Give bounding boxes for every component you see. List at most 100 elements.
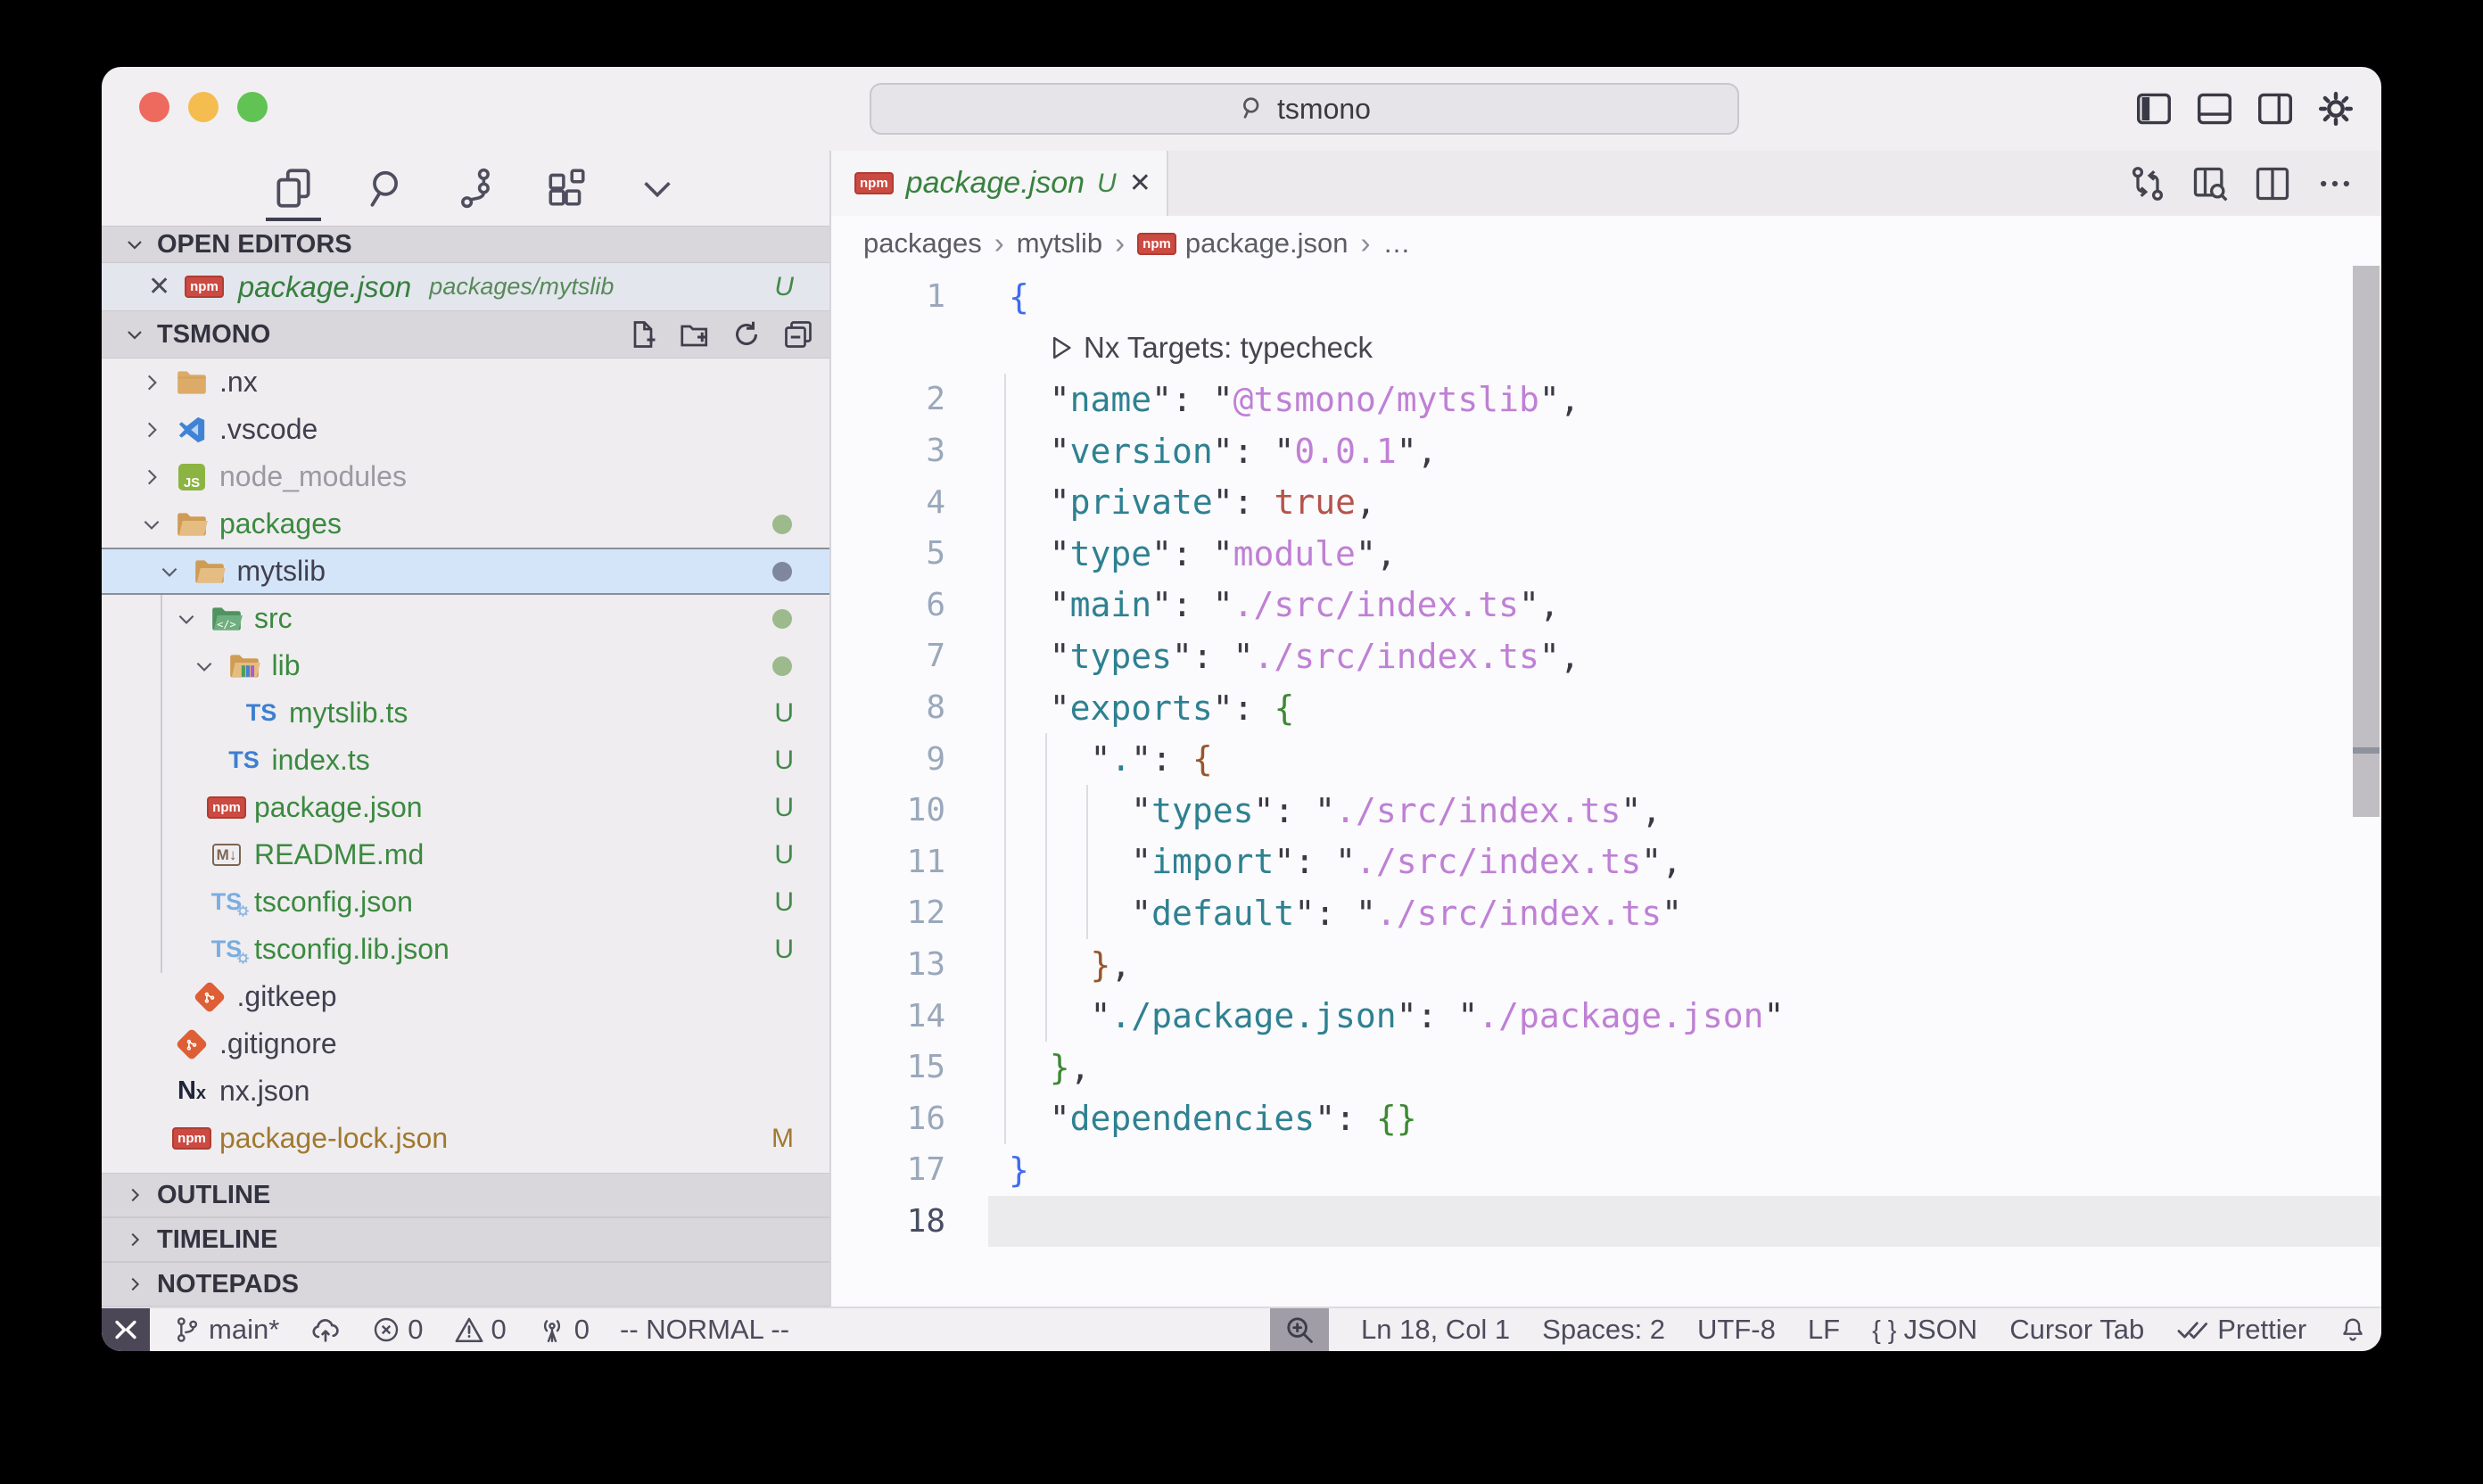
more-views-chevron-icon[interactable] [633,164,681,212]
tree-item-package-lock.json[interactable]: npmpackage-lock.jsonM [102,1115,829,1162]
tree-item-mytslib[interactable]: mytslib [102,548,829,595]
refresh-icon[interactable] [730,317,763,351]
current-line-highlight [988,1196,2381,1248]
status-item-zoom-plus[interactable] [1270,1308,1329,1351]
tree-item-README.md[interactable]: M↓README.mdU [102,831,829,878]
chevron-down-icon [150,560,189,583]
close-window-button[interactable] [139,92,169,122]
git-status-badge: U [774,272,794,302]
zoom-window-button[interactable] [237,92,268,122]
git-icon [171,1026,212,1062]
code-editor[interactable]: 1{Nx Targets: typecheck2 "name": "@tsmon… [831,271,2381,1307]
code-text: "private": true, [1009,482,1376,522]
code-line-17: 17} [831,1144,2381,1196]
tree-item-label: packages [219,507,342,540]
tab-close-icon[interactable]: ✕ [1129,168,1151,199]
tree-item-mytslib.ts[interactable]: TSmytslib.tsU [102,689,829,737]
tree-item-.nx[interactable]: .nx [102,359,829,406]
new-file-icon[interactable] [626,317,660,351]
section-header-timeline[interactable]: TIMELINE [102,1217,829,1262]
tree-item-package.json[interactable]: npmpackage.jsonU [102,784,829,831]
status-item-spaces-2[interactable]: Spaces: 2 [1542,1314,1665,1346]
status-bar: main*000-- NORMAL -- Ln 18, Col 1Spaces:… [102,1307,2381,1351]
explorer-icon[interactable] [269,164,318,212]
tab-package-json[interactable]: npm package.json U ✕ [831,151,1168,216]
breadcrumb: packages›mytslib›npmpackage.json›… [831,216,2381,271]
status-item-label: UTF-8 [1697,1314,1776,1346]
command-center-search[interactable]: tsmono [870,83,1739,135]
status-item-prettier[interactable]: Prettier [2176,1314,2306,1346]
status-item-utf-8[interactable]: UTF-8 [1697,1314,1776,1346]
minimize-window-button[interactable] [188,92,219,122]
search-icon[interactable] [360,164,408,212]
extensions-icon[interactable] [542,164,590,212]
code-text: "version": "0.0.1", [1009,432,1437,471]
open-editors-header[interactable]: OPEN EDITORS [102,226,829,263]
line-number: 11 [831,844,945,880]
status-item-cursor-tab[interactable]: Cursor Tab [2009,1314,2144,1346]
toggle-secondary-sidebar-icon[interactable] [2255,87,2296,131]
tree-item-packages[interactable]: packages [102,500,829,548]
tree-item-src[interactable]: </>src [102,595,829,642]
tree-item-label: lib [272,649,301,682]
section-header-notepads[interactable]: NOTEPADS [102,1262,829,1307]
status-item-json[interactable]: { }JSON [1872,1314,1977,1346]
status-item-main-[interactable]: main* [173,1314,279,1346]
collapse-all-icon[interactable] [781,317,815,351]
title-bar: tsmono [102,67,2381,151]
status-item-bell[interactable] [2339,1315,2367,1344]
line-number: 8 [831,689,945,726]
breadcrumb-item-packages[interactable]: packages [863,227,982,260]
status-item--normal-[interactable]: -- NORMAL -- [620,1314,789,1346]
code-line-4: 4 "private": true, [831,476,2381,528]
more-actions-icon[interactable] [2315,164,2355,203]
status-item-0[interactable]: 0 [372,1314,423,1346]
tree-item-.gitignore[interactable]: .gitignore [102,1020,829,1068]
breadcrumb-item--[interactable]: … [1383,227,1411,260]
split-editor-icon[interactable] [2253,164,2292,203]
tree-item-node_modules[interactable]: JSnode_modules [102,453,829,500]
open-changes-icon[interactable] [2128,164,2167,203]
open-editor-item[interactable]: ✕ npm package.json packages/mytslib U [102,263,829,310]
tree-item-tsconfig.lib.json[interactable]: TStsconfig.lib.jsonU [102,926,829,973]
codelens-nx-targets[interactable]: Nx Targets: typecheck [831,323,2381,375]
scrollbar-thumb[interactable] [2353,266,2380,817]
section-header-outline[interactable]: OUTLINE [102,1173,829,1217]
double-check-icon [2176,1316,2210,1343]
tree-item-.vscode[interactable]: .vscode [102,406,829,453]
source-control-icon[interactable] [451,164,499,212]
explorer-root-header[interactable]: TSMONO [102,310,829,359]
code-text: "./package.json": "./package.json" [1009,996,1784,1035]
status-item-ln-18-col-1[interactable]: Ln 18, Col 1 [1361,1314,1510,1346]
close-editor-icon[interactable]: ✕ [148,271,170,302]
status-item-0[interactable]: 0 [537,1314,590,1346]
code-text: "types": "./src/index.ts", [1009,791,1662,830]
breadcrumb-item-mytslib[interactable]: mytslib [1017,227,1102,260]
tree-item-.gitkeep[interactable]: .gitkeep [102,973,829,1020]
editor-actions [2128,151,2355,216]
tree-item-lib[interactable]: lib [102,642,829,689]
npm-icon: npm [206,790,247,826]
modified-children-dot [772,609,792,629]
vscode-window: tsmono OPEN EDITORS [102,67,2381,1351]
remote-indicator[interactable] [102,1308,150,1351]
code-text: ".": { [1009,739,1213,779]
tree-item-index.ts[interactable]: TSindex.tsU [102,737,829,784]
overview-ruler-marker [2353,747,2380,754]
status-item-lf[interactable]: LF [1808,1314,1840,1346]
toggle-panel-icon[interactable] [2194,87,2235,131]
settings-gear-icon[interactable] [2315,87,2356,131]
tree-item-nx.json[interactable]: Nxnx.json [102,1068,829,1115]
code-line-11: 11 "import": "./src/index.ts", [831,837,2381,888]
npm-icon: npm [185,276,224,298]
preview-search-icon[interactable] [2190,164,2230,203]
code-text: "import": "./src/index.ts", [1009,842,1682,881]
new-folder-icon[interactable] [678,317,712,351]
status-item-0[interactable]: 0 [454,1314,507,1346]
status-item-cloud-upload[interactable] [309,1315,342,1344]
breadcrumb-item-package-json[interactable]: npmpackage.json [1137,227,1348,260]
explorer-actions [626,311,815,358]
npm-icon: npm [854,172,894,194]
tree-item-tsconfig.json[interactable]: TStsconfig.jsonU [102,878,829,926]
toggle-primary-sidebar-icon[interactable] [2133,87,2174,131]
